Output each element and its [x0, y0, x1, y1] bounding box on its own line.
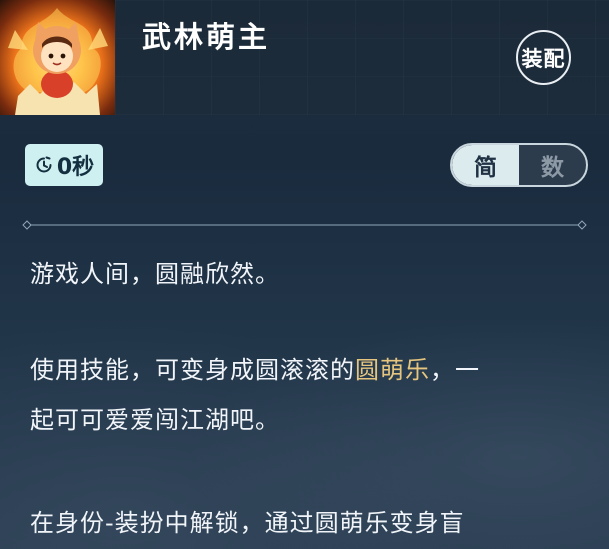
- timer-icon: [36, 156, 52, 173]
- view-mode-toggle[interactable]: 简 数: [450, 143, 588, 187]
- description-line-2-end: ，一: [430, 356, 480, 384]
- toggle-simple[interactable]: 简: [452, 145, 519, 185]
- skill-title: 武林萌主: [142, 20, 271, 54]
- toggle-numbers[interactable]: 数: [519, 145, 586, 185]
- description-line-1: 游戏人间，圆融欣然。: [30, 260, 280, 288]
- description-line-2: 使用技能，可变身成圆滚滚的圆萌乐，一: [30, 350, 480, 385]
- character-portrait-image: [8, 8, 108, 115]
- highlight-keyword: 圆萌乐: [355, 356, 430, 384]
- section-divider: [22, 220, 587, 230]
- cooldown-value: 0秒: [56, 155, 95, 180]
- cooldown-chip: 0秒: [25, 144, 103, 186]
- equip-button-label: 装配: [521, 46, 566, 71]
- description-line-2-start: 使用技能，可变身成圆滚滚的: [30, 356, 355, 384]
- description-line-3: 起可可爱爱闯江湖吧。: [30, 406, 280, 434]
- description-line-4: 在身份-装扮中解锁，通过圆萌乐变身盲: [30, 509, 465, 537]
- equip-button[interactable]: 装配: [516, 30, 571, 85]
- skill-portrait: [0, 0, 115, 115]
